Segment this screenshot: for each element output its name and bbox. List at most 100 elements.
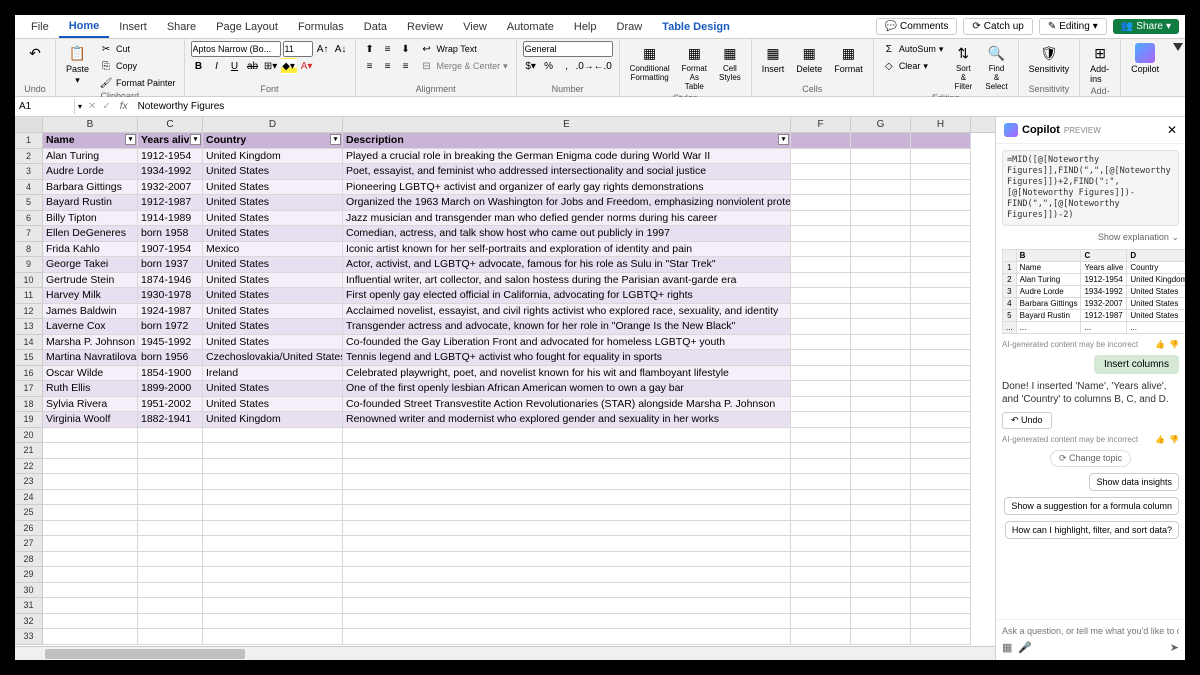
table-cell[interactable]: Actor, activist, and LGBTQ+ advocate, fa… xyxy=(343,257,791,273)
comma-button[interactable]: , xyxy=(559,58,575,74)
comments-button[interactable]: 💬 Comments xyxy=(876,18,958,35)
tab-view[interactable]: View xyxy=(453,17,497,37)
table-cell[interactable]: 1854-1900 xyxy=(138,366,203,382)
strike-button[interactable]: ab xyxy=(245,58,261,74)
row-header[interactable]: 28 xyxy=(15,552,43,568)
suggestion-formula-column[interactable]: Show a suggestion for a formula column xyxy=(1004,497,1179,515)
copilot-close-button[interactable]: ✕ xyxy=(1167,123,1177,137)
table-cell[interactable]: Virginia Woolf xyxy=(43,412,138,428)
table-cell[interactable]: born 1972 xyxy=(138,319,203,335)
font-size-select[interactable] xyxy=(283,41,313,57)
table-cell[interactable]: Bayard Rustin xyxy=(43,195,138,211)
horizontal-scrollbar[interactable] xyxy=(15,646,995,660)
row-header[interactable]: 17 xyxy=(15,381,43,397)
cell-styles-button[interactable]: ▦Cell Styles xyxy=(715,41,745,84)
table-cell[interactable]: Laverne Cox xyxy=(43,319,138,335)
row-header[interactable]: 26 xyxy=(15,521,43,537)
column-header-e[interactable]: E xyxy=(343,117,791,132)
insert-columns-button[interactable]: Insert columns xyxy=(1094,355,1179,374)
font-name-select[interactable] xyxy=(191,41,281,57)
row-header[interactable]: 15 xyxy=(15,350,43,366)
table-cell[interactable]: Ellen DeGeneres xyxy=(43,226,138,242)
table-cell[interactable]: Frida Kahlo xyxy=(43,242,138,258)
send-icon[interactable]: ➤ xyxy=(1170,641,1179,654)
table-cell[interactable]: Sylvia Rivera xyxy=(43,397,138,413)
percent-button[interactable]: % xyxy=(541,58,557,74)
table-cell[interactable]: United States xyxy=(203,381,343,397)
row-header[interactable]: 32 xyxy=(15,614,43,630)
table-cell[interactable]: One of the first openly lesbian African … xyxy=(343,381,791,397)
table-cell[interactable]: First openly gay elected official in Cal… xyxy=(343,288,791,304)
table-cell[interactable]: Alan Turing xyxy=(43,149,138,165)
table-cell[interactable]: born 1937 xyxy=(138,257,203,273)
copilot-ask-input[interactable] xyxy=(1002,626,1179,636)
row-header[interactable]: 25 xyxy=(15,505,43,521)
column-header-b[interactable]: B xyxy=(43,117,138,132)
delete-cells-button[interactable]: ▦Delete xyxy=(792,41,826,76)
table-header-cell[interactable]: Name▾ xyxy=(43,133,138,149)
row-header[interactable]: 22 xyxy=(15,459,43,475)
tab-share[interactable]: Share xyxy=(157,17,206,37)
format-painter-button[interactable]: 🖌Format Painter xyxy=(97,75,178,91)
tab-data[interactable]: Data xyxy=(354,17,397,37)
row-header[interactable]: 4 xyxy=(15,180,43,196)
select-all-corner[interactable] xyxy=(15,117,43,132)
row-header[interactable]: 5 xyxy=(15,195,43,211)
column-header-g[interactable]: G xyxy=(851,117,911,132)
align-center-button[interactable]: ≡ xyxy=(380,58,396,74)
table-cell[interactable]: United States xyxy=(203,180,343,196)
table-cell[interactable]: United States xyxy=(203,257,343,273)
row-header[interactable]: 7 xyxy=(15,226,43,242)
table-cell[interactable]: United States xyxy=(203,288,343,304)
copilot-ribbon-button[interactable]: Copilot xyxy=(1127,41,1163,76)
suggestion-highlight-filter[interactable]: How can I highlight, filter, and sort da… xyxy=(1005,521,1179,539)
row-header[interactable]: 2 xyxy=(15,149,43,165)
row-header[interactable]: 29 xyxy=(15,567,43,583)
align-top-button[interactable]: ⬆ xyxy=(362,41,378,57)
table-header-cell[interactable]: Years alive▾ xyxy=(138,133,203,149)
align-left-button[interactable]: ≡ xyxy=(362,58,378,74)
table-cell[interactable]: Renowned writer and modernist who explor… xyxy=(343,412,791,428)
tab-automate[interactable]: Automate xyxy=(497,17,564,37)
catchup-button[interactable]: ⟳ Catch up xyxy=(963,18,1032,35)
thumbs-down-icon[interactable]: 👎 xyxy=(1169,435,1179,444)
row-header[interactable]: 19 xyxy=(15,412,43,428)
wrap-text-button[interactable]: ↩Wrap Text xyxy=(418,41,510,57)
conditional-formatting-button[interactable]: ▦Conditional Formatting xyxy=(626,41,674,84)
formula-input[interactable]: Noteworthy Figures xyxy=(134,99,1185,114)
table-cell[interactable]: United States xyxy=(203,304,343,320)
tab-review[interactable]: Review xyxy=(397,17,453,37)
table-cell[interactable]: 1932-2007 xyxy=(138,180,203,196)
table-cell[interactable]: Martina Navratilova xyxy=(43,350,138,366)
attach-icon[interactable]: ▦ xyxy=(1002,641,1012,654)
table-cell[interactable]: Tennis legend and LGBTQ+ activist who fo… xyxy=(343,350,791,366)
row-header[interactable]: 6 xyxy=(15,211,43,227)
share-button[interactable]: 👥 Share ▾ xyxy=(1113,19,1179,34)
undo-button[interactable]: ↶ xyxy=(21,41,49,65)
table-cell[interactable]: United States xyxy=(203,226,343,242)
row-header[interactable]: 16 xyxy=(15,366,43,382)
table-cell[interactable]: Ruth Ellis xyxy=(43,381,138,397)
autosum-button[interactable]: ΣAutoSum ▾ xyxy=(880,41,946,57)
sensitivity-button[interactable]: 🛡Sensitivity xyxy=(1025,41,1074,76)
decrease-decimal-button[interactable]: ←.0 xyxy=(595,58,611,74)
tab-insert[interactable]: Insert xyxy=(109,17,157,37)
table-cell[interactable]: Co-founded Street Transvestite Action Re… xyxy=(343,397,791,413)
tab-formulas[interactable]: Formulas xyxy=(288,17,354,37)
table-cell[interactable]: Acclaimed novelist, essayist, and civil … xyxy=(343,304,791,320)
table-cell[interactable]: 1912-1987 xyxy=(138,195,203,211)
sort-filter-button[interactable]: ⇅Sort & Filter xyxy=(949,41,977,93)
row-header[interactable]: 1 xyxy=(15,133,43,149)
font-color-button[interactable]: A▾ xyxy=(299,58,315,74)
insert-cells-button[interactable]: ▦Insert xyxy=(758,41,789,76)
table-cell[interactable]: Jazz musician and transgender man who de… xyxy=(343,211,791,227)
row-header[interactable]: 24 xyxy=(15,490,43,506)
align-bottom-button[interactable]: ⬇ xyxy=(398,41,414,57)
align-right-button[interactable]: ≡ xyxy=(398,58,414,74)
format-as-table-button[interactable]: ▦Format As Table xyxy=(678,41,711,93)
name-box[interactable]: A1 xyxy=(15,99,75,114)
column-header-h[interactable]: H xyxy=(911,117,971,132)
tab-file[interactable]: File xyxy=(21,17,59,37)
editing-button[interactable]: ✎ Editing ▾ xyxy=(1039,18,1107,35)
show-explanation-button[interactable]: Show explanation ⌄ xyxy=(1002,232,1179,243)
